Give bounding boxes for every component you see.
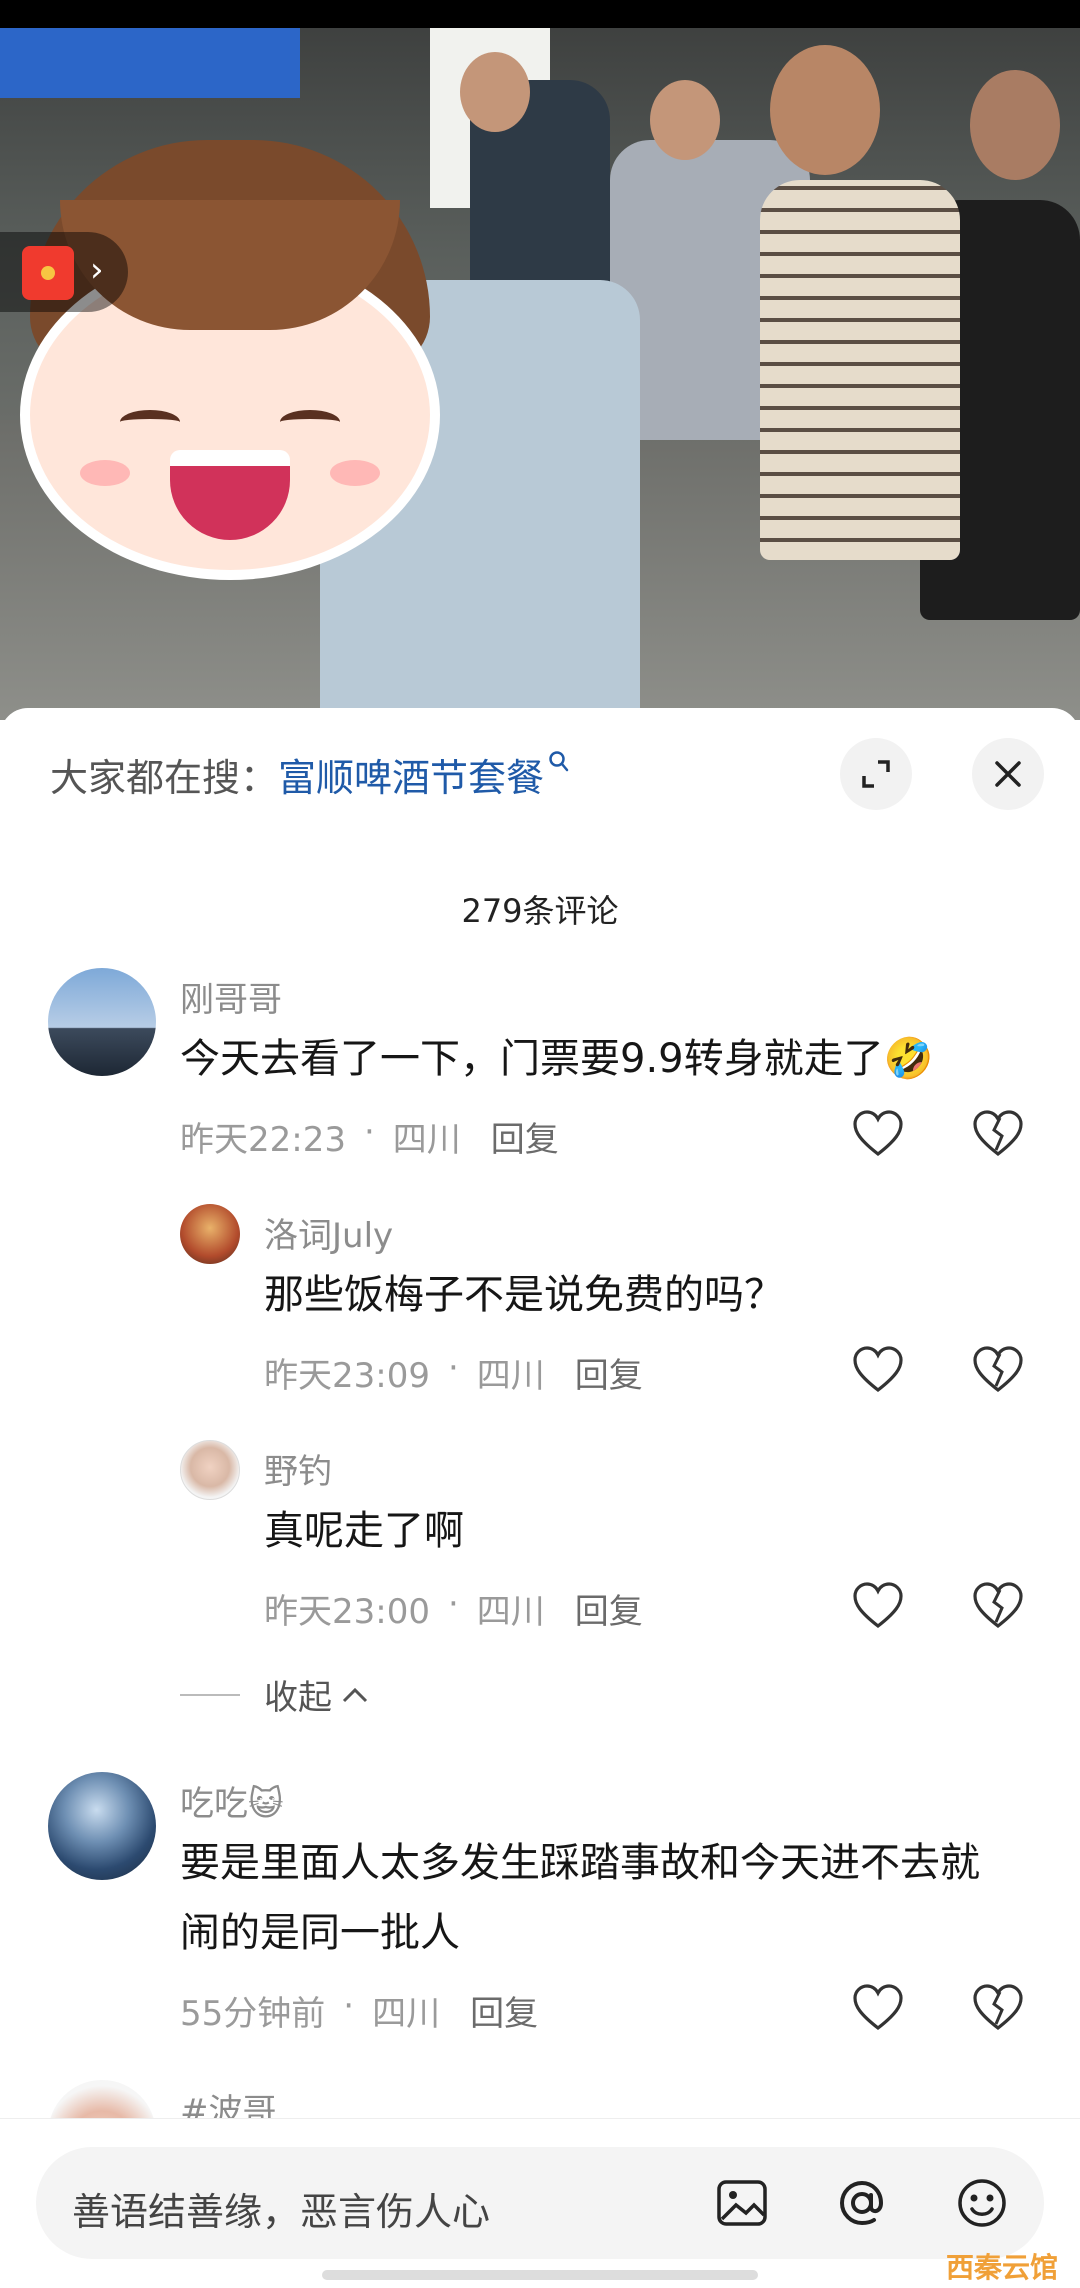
- red-packet-icon: [22, 246, 74, 300]
- reply-button[interactable]: 回复: [470, 1986, 538, 2035]
- cartoon-face-sticker: [0, 140, 460, 600]
- red-packet-button[interactable]: ›: [0, 232, 128, 312]
- expand-button[interactable]: [840, 738, 912, 810]
- expand-icon: [862, 760, 890, 788]
- reply-username[interactable]: 野钓: [264, 1444, 332, 1493]
- avatar[interactable]: [48, 968, 156, 1076]
- comment-location: 四川: [372, 1994, 441, 2034]
- at-icon[interactable]: [834, 2175, 890, 2231]
- comment-input-bar: 善语结善缘，恶言伤人心: [0, 2118, 1080, 2288]
- comment-meta: 昨天22:23 · 四川 回复: [180, 1112, 559, 1161]
- reply-time: 昨天23:09: [264, 1356, 430, 1396]
- video-player[interactable]: ›: [0, 0, 1080, 720]
- emoji-icon[interactable]: [954, 2175, 1010, 2231]
- broken-heart-icon[interactable]: [970, 1578, 1026, 1634]
- person-head: [650, 80, 720, 160]
- divider: [180, 1693, 240, 1696]
- reply-location: 四川: [476, 1356, 545, 1396]
- chevron-right-icon: ›: [90, 250, 104, 290]
- person-head: [970, 70, 1060, 180]
- background-sign: [0, 28, 300, 98]
- comment-meta: 55分钟前 · 四川 回复: [180, 1986, 539, 2035]
- heart-icon[interactable]: [850, 1980, 906, 2036]
- heart-icon[interactable]: [850, 1342, 906, 1398]
- comment-username[interactable]: 刚哥哥: [180, 972, 282, 1021]
- close-button[interactable]: [972, 738, 1044, 810]
- chevron-up-icon: [342, 1687, 368, 1702]
- reply-button[interactable]: 回复: [491, 1112, 559, 1161]
- trending-search-prefix: 大家都在搜：: [50, 755, 279, 800]
- reply-location: 四川: [476, 1592, 545, 1632]
- person-head: [460, 52, 530, 132]
- home-indicator[interactable]: [322, 2270, 758, 2280]
- status-bar: [0, 0, 1080, 28]
- comment-username[interactable]: 吃吃😺: [180, 1776, 283, 1825]
- broken-heart-icon[interactable]: [970, 1980, 1026, 2036]
- watermark: 西秦云馆: [946, 2251, 1059, 2284]
- comment-time: 昨天22:23: [180, 1120, 346, 1160]
- collapse-label: 收起: [264, 1678, 332, 1718]
- collapse-replies-button[interactable]: 收起: [180, 1670, 370, 1719]
- search-icon: [549, 751, 569, 772]
- comment-location: 四川: [392, 1120, 461, 1160]
- broken-heart-icon[interactable]: [970, 1342, 1026, 1398]
- reply-text[interactable]: 那些饭梅子不是说免费的吗？: [264, 1260, 784, 1330]
- person-head: [770, 45, 880, 175]
- reply-username[interactable]: 洛词July: [264, 1208, 393, 1257]
- comments-count: 279条评论: [461, 892, 619, 930]
- avatar[interactable]: [180, 1440, 240, 1500]
- reply-button[interactable]: 回复: [575, 1584, 643, 1633]
- comment-input[interactable]: 善语结善缘，恶言伤人心: [36, 2147, 1044, 2259]
- reply-time: 昨天23:00: [264, 1592, 430, 1632]
- avatar[interactable]: [180, 1204, 240, 1264]
- comment-text[interactable]: 今天去看了一下，门票要9.9转身就走了🤣: [180, 1024, 933, 1094]
- avatar[interactable]: [48, 1772, 156, 1880]
- trending-search[interactable]: 大家都在搜： 富顺啤酒节套餐: [50, 744, 570, 804]
- comment-input-placeholder: 善语结善缘，恶言伤人心: [72, 2190, 491, 2234]
- broken-heart-icon[interactable]: [970, 1106, 1026, 1162]
- reply-meta: 昨天23:00 · 四川 回复: [264, 1584, 643, 1633]
- reply-button[interactable]: 回复: [575, 1348, 643, 1397]
- reply-meta: 昨天23:09 · 四川 回复: [264, 1348, 643, 1397]
- comment-time: 55分钟前: [180, 1994, 326, 2034]
- heart-icon[interactable]: [850, 1106, 906, 1162]
- heart-icon[interactable]: [850, 1578, 906, 1634]
- person: [760, 180, 960, 560]
- reply-text[interactable]: 真呢走了啊: [264, 1496, 464, 1566]
- comments-panel: 大家都在搜： 富顺啤酒节套餐 279条评论 刚哥哥 今天去看了一下，门票要9.9…: [0, 708, 1080, 2288]
- comment-text[interactable]: 要是里面人太多发生踩踏事故和今天进不去就闹的是同一批人: [180, 1828, 1010, 1968]
- close-icon: [995, 761, 1021, 787]
- image-icon[interactable]: [714, 2175, 770, 2231]
- trending-search-term[interactable]: 富顺啤酒节套餐: [278, 747, 544, 802]
